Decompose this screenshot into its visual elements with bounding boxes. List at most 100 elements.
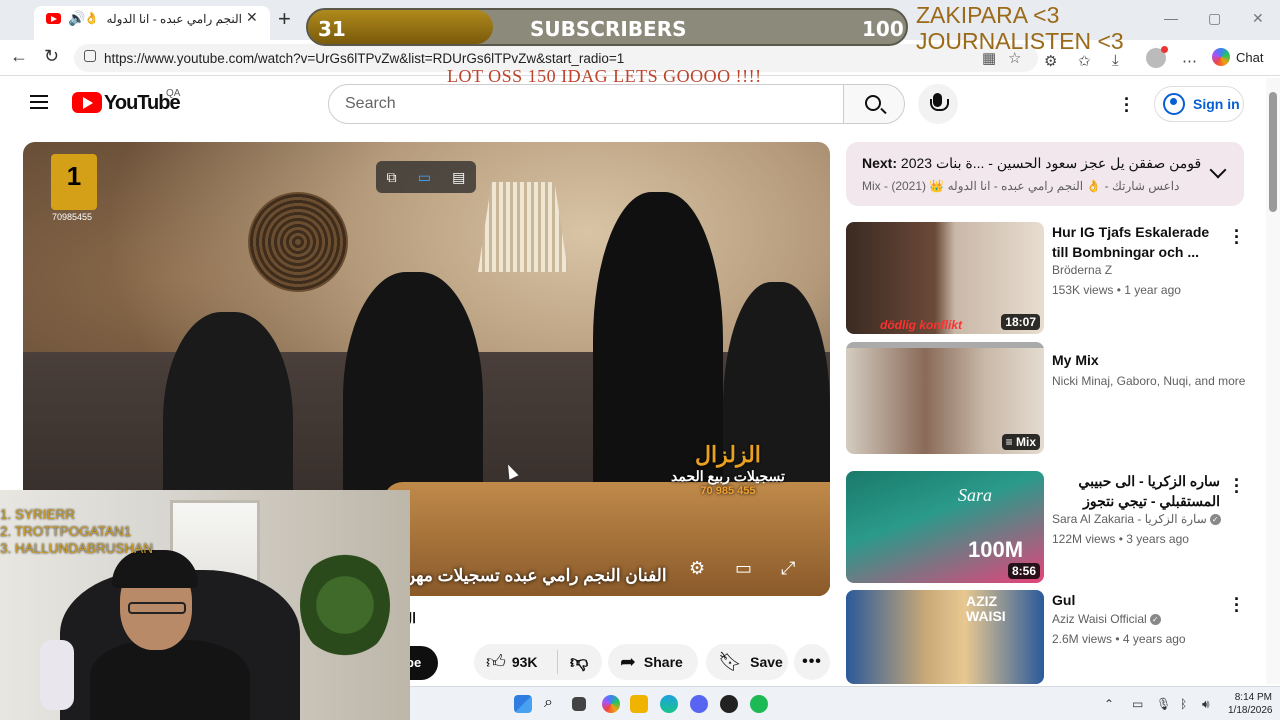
recommended-channel[interactable]: Aziz Waisi Official ✓: [1052, 612, 1161, 626]
menu-hamburger-icon[interactable]: [30, 95, 48, 109]
recommended-title[interactable]: ساره الزكريا - الى حبيبي المستقبلي - تيج…: [1052, 471, 1220, 511]
theater-mode-icon[interactable]: ▭: [735, 558, 752, 579]
chevron-down-icon[interactable]: [1209, 161, 1227, 179]
subscriber-label: SUBSCRIBERS: [530, 17, 687, 41]
recommended-video[interactable]: Sara 100M 8:56 ساره الزكريا - الى حبيبي …: [846, 471, 1244, 583]
page-scrollbar[interactable]: [1266, 78, 1280, 684]
settings-more-icon[interactable]: ⋯: [1182, 52, 1197, 70]
tray-mic-icon[interactable]: 🎙︎: [1156, 697, 1171, 711]
search-input[interactable]: Search: [328, 84, 844, 124]
wall-decor-plate: [248, 192, 348, 292]
start-windows-icon[interactable]: [514, 695, 532, 713]
thumbnail-text: Sara: [958, 485, 993, 505]
copilot-taskbar-icon[interactable]: [602, 695, 620, 713]
edge-icon[interactable]: [660, 695, 678, 713]
site-info-icon[interactable]: [84, 50, 96, 62]
voice-search-mic-icon[interactable]: [918, 84, 958, 124]
next-video-title: 2023 دبكات معربا | قومن صفقن يل عجز سعود…: [900, 155, 1202, 171]
recommended-channel[interactable]: Bröderna Z: [1052, 263, 1112, 277]
clock-time: 8:14 PM: [1234, 692, 1272, 703]
downloads-icon[interactable]: ⤓: [1112, 52, 1119, 69]
channel-logo-number: 70985455: [51, 212, 93, 222]
system-clock[interactable]: 8:14 PM 1/18/2026: [1228, 691, 1273, 717]
top-supporter-2: 2. TROTTPOGATAN1: [0, 524, 132, 539]
video-menu-kebab-icon[interactable]: · · ·: [1234, 222, 1240, 252]
verified-badge-icon: ✓: [1149, 614, 1161, 626]
reload-icon[interactable]: ↻: [44, 46, 59, 67]
watermark-phone: 70 985 455: [700, 485, 756, 497]
share-button[interactable]: ➦ Share: [608, 644, 698, 680]
recommended-title[interactable]: Gul: [1052, 590, 1220, 610]
recommended-channel[interactable]: Sara Al Zakaria - سارة الزكريا ✓: [1052, 512, 1221, 526]
sign-in-button[interactable]: Sign in: [1154, 86, 1244, 122]
search-placeholder: Search: [345, 95, 396, 112]
tray-app-icon[interactable]: ▭: [1132, 697, 1143, 711]
like-button[interactable]: 👍︎ 93K: [474, 650, 558, 674]
video-menu-kebab-icon[interactable]: · · ·: [1234, 471, 1240, 501]
shoutout-line-1: ZAKIPARA <3: [916, 2, 1060, 28]
subscriber-current: 31: [318, 17, 346, 41]
close-window-icon[interactable]: ✕: [1252, 10, 1264, 27]
recommended-meta: 2.6M views • 4 years ago: [1052, 632, 1186, 646]
back-arrow-icon[interactable]: ←: [10, 46, 28, 67]
clip-icon[interactable]: ▤: [452, 169, 465, 186]
recommended-mix[interactable]: ≡ Mix My Mix Nicki Minaj, Gaboro, Nuqi, …: [846, 342, 1246, 454]
channel-name: Aziz Waisi Official: [1052, 612, 1147, 626]
new-tab-icon[interactable]: +: [278, 6, 291, 32]
cast-icon[interactable]: ▭: [418, 169, 431, 186]
spotify-icon[interactable]: [750, 695, 768, 713]
url-text[interactable]: https://www.youtube.com/watch?v=UrGs6lTP…: [104, 51, 624, 66]
recommended-title[interactable]: Hur IG Tjafs Eskalerade till Bombningar …: [1052, 222, 1220, 262]
audio-playing-icon[interactable]: 🔊: [68, 10, 85, 27]
obs-icon[interactable]: [720, 695, 738, 713]
tray-chevron-icon[interactable]: ⌃: [1104, 697, 1114, 711]
scrollbar-thumb[interactable]: [1269, 92, 1277, 212]
save-button[interactable]: 🔖︎ Save: [706, 644, 788, 680]
subscriber-goal-bar: 31 SUBSCRIBERS 100: [306, 8, 908, 46]
playlist-next-card[interactable]: Next: 2023 دبكات معربا | قومن صفقن يل عج…: [846, 142, 1244, 206]
player-settings-gear-icon[interactable]: ⚙: [689, 558, 705, 579]
chat-label: Chat: [1236, 49, 1264, 65]
recommended-video[interactable]: AZIZ WAISI Gul Aziz Waisi Official ✓ 2.6M…: [846, 590, 1244, 684]
youtube-logo-icon[interactable]: [72, 92, 102, 113]
maximize-icon[interactable]: ▢: [1208, 10, 1221, 27]
more-actions-button[interactable]: •••: [794, 644, 830, 680]
search-icon: [865, 95, 881, 111]
dislike-button[interactable]: 👎︎: [558, 651, 588, 673]
recommended-video[interactable]: dödlig konflikt 18:07 Hur IG Tjafs Eskal…: [846, 222, 1244, 334]
tray-network-volume-icon[interactable]: 🔊︎: [1202, 697, 1210, 712]
video-watermark: الزلزال تسجيلات ربيع الحمد 70 985 455: [671, 442, 785, 497]
stream-banner: LOT OSS 150 IDAG LETS GOOOO !!!!: [447, 66, 762, 86]
extensions-icon[interactable]: ⚙: [1044, 52, 1057, 70]
taskbar-search-icon[interactable]: ⌕: [544, 694, 562, 712]
fullscreen-icon[interactable]: ⤢: [781, 558, 795, 579]
tray-bluetooth-icon[interactable]: ᛒ: [1180, 697, 1187, 711]
recommended-channel: Nicki Minaj, Gaboro, Nuqi, and more: [1052, 374, 1246, 388]
bookmark-icon: 🔖︎: [718, 652, 743, 673]
video-thumbnail[interactable]: dödlig konflikt 18:07: [846, 222, 1044, 334]
video-menu-kebab-icon[interactable]: · · ·: [1234, 590, 1240, 620]
copilot-chat-button[interactable]: Chat: [1212, 48, 1263, 66]
thumbs-up-icon: 👍︎: [486, 651, 506, 673]
search-button[interactable]: [843, 84, 905, 124]
like-count: 93K: [511, 654, 538, 670]
player-quick-controls: ⧉ ▭ ▤: [376, 161, 476, 193]
file-explorer-icon[interactable]: [630, 695, 648, 713]
watermark-brand: الزلزال: [695, 442, 761, 467]
verified-badge-icon: ✓: [1209, 514, 1221, 526]
video-thumbnail[interactable]: ≡ Mix: [846, 342, 1044, 454]
recommended-title[interactable]: My Mix: [1052, 350, 1220, 370]
profile-avatar[interactable]: [1146, 46, 1168, 68]
channel-name: Sara Al Zakaria - سارة الزكريا: [1052, 512, 1207, 526]
miniplayer-icon[interactable]: ⧉: [387, 169, 397, 186]
favorites-icon[interactable]: ✩: [1078, 52, 1091, 70]
minimize-icon[interactable]: —: [1164, 10, 1178, 26]
settings-kebab-icon[interactable]: · · ·: [1124, 90, 1130, 120]
video-thumbnail[interactable]: AZIZ WAISI: [846, 590, 1044, 684]
cam-microphone: [40, 640, 74, 710]
thumbs-down-icon: 👎︎: [570, 652, 589, 672]
task-view-icon[interactable]: [572, 697, 586, 711]
tab-close-icon[interactable]: ✕: [246, 9, 258, 26]
discord-icon[interactable]: [690, 695, 708, 713]
video-thumbnail[interactable]: Sara 100M 8:56: [846, 471, 1044, 583]
